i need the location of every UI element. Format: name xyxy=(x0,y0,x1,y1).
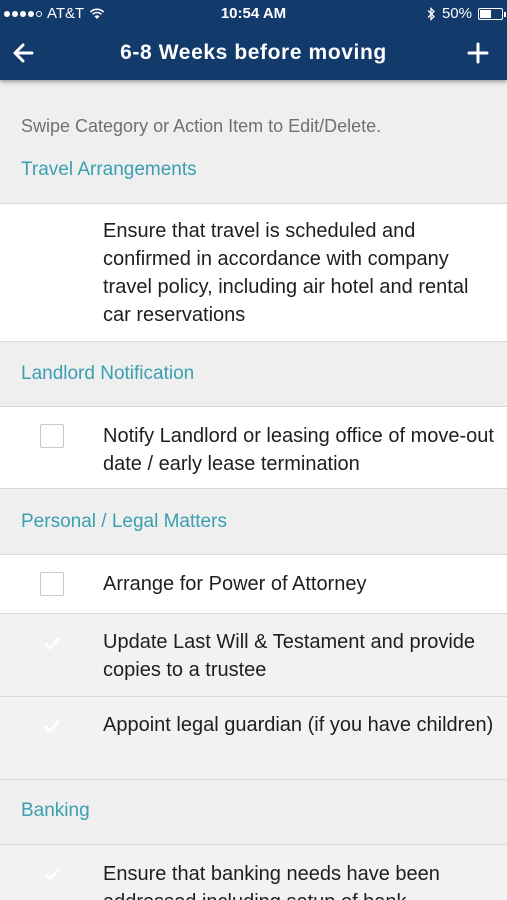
plus-icon[interactable] xyxy=(463,38,493,68)
checkbox[interactable] xyxy=(40,221,64,245)
bluetooth-icon xyxy=(427,6,435,21)
item-text: Ensure that travel is scheduled and conf… xyxy=(103,220,469,326)
category-landlord-notification[interactable]: Landlord Notification xyxy=(21,363,194,385)
checkmark-icon xyxy=(44,720,60,733)
item-text: Update Last Will & Testament and provide… xyxy=(103,631,476,681)
page-title: 6-8 Weeks before moving xyxy=(120,41,387,64)
swipe-hint: Swipe Category or Action Item to Edit/De… xyxy=(21,116,382,136)
action-item[interactable]: Ensure that travel is scheduled and conf… xyxy=(0,203,507,342)
item-text: Arrange for Power of Attorney xyxy=(103,573,367,595)
action-item[interactable]: Notify Landlord or leasing office of mov… xyxy=(0,406,507,489)
action-item[interactable]: Appoint legal guardian (if you have chil… xyxy=(0,696,507,780)
checkbox[interactable] xyxy=(40,714,64,738)
status-bar: AT&T 10:54 AM 50% xyxy=(0,0,507,28)
checkbox[interactable] xyxy=(40,424,64,448)
category-travel-arrangements[interactable]: Travel Arrangements xyxy=(21,159,197,181)
battery-fill xyxy=(480,9,491,18)
checkbox[interactable] xyxy=(40,862,64,886)
nav-bar: 6-8 Weeks before moving xyxy=(0,28,507,80)
status-right: 50% xyxy=(426,5,506,22)
checkbox[interactable] xyxy=(40,631,64,655)
action-item[interactable]: Arrange for Power of Attorney xyxy=(0,554,507,614)
checkmark-icon xyxy=(44,868,60,881)
battery-icon xyxy=(478,7,506,20)
checkmark-icon xyxy=(44,637,60,650)
item-text: Appoint legal guardian (if you have chil… xyxy=(103,714,494,736)
action-item[interactable]: Ensure that banking needs have been addr… xyxy=(0,844,507,900)
item-text: Ensure that banking needs have been addr… xyxy=(103,863,440,900)
action-item[interactable]: Update Last Will & Testament and provide… xyxy=(0,613,507,697)
item-text: Notify Landlord or leasing office of mov… xyxy=(103,425,494,475)
category-banking[interactable]: Banking xyxy=(21,800,90,822)
checkbox[interactable] xyxy=(40,572,64,596)
category-personal-legal-matters[interactable]: Personal / Legal Matters xyxy=(21,511,227,533)
checkmark-icon xyxy=(44,227,60,240)
battery-percent: 50% xyxy=(441,5,472,22)
